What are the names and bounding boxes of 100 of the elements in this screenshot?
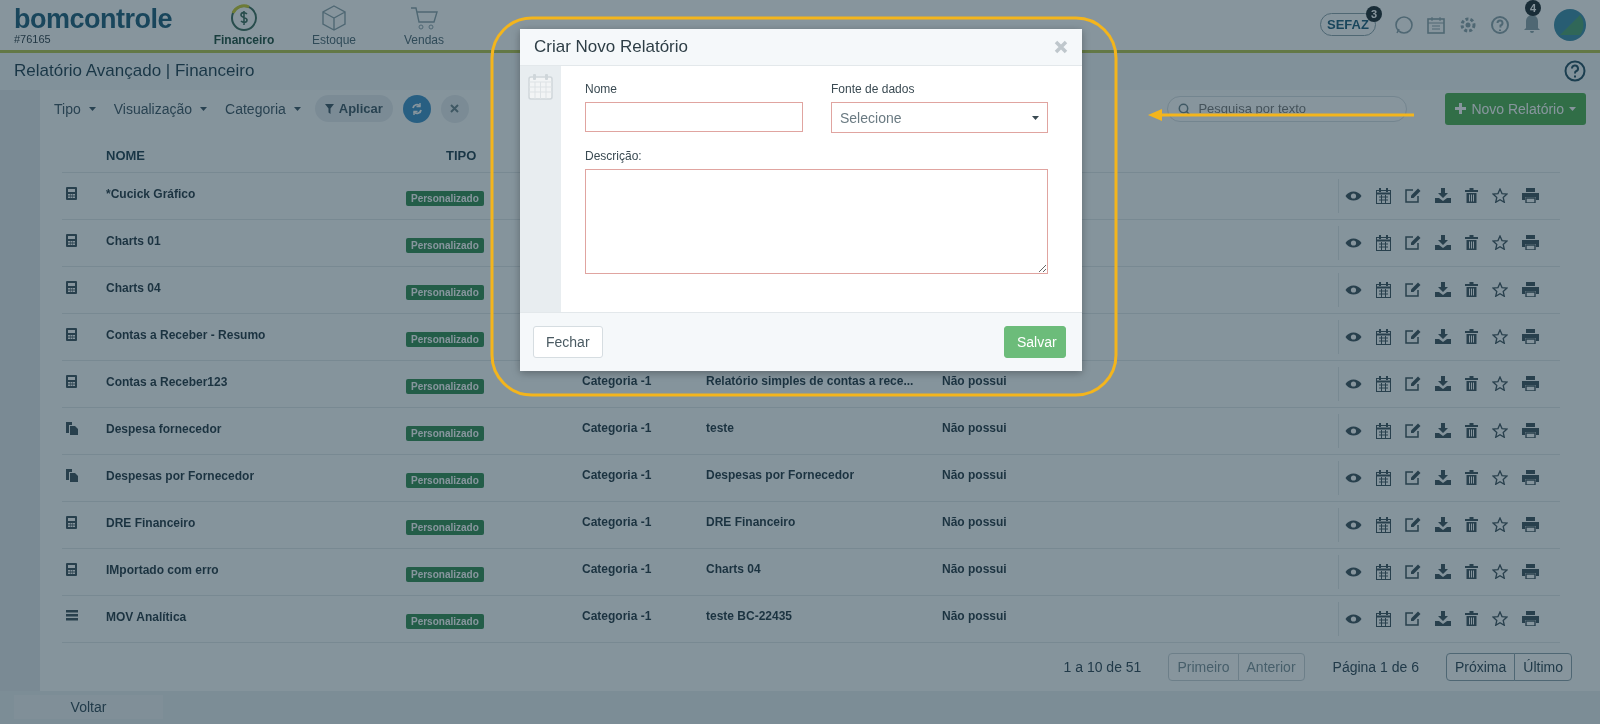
help-icon[interactable] xyxy=(1490,14,1510,35)
delete-icon[interactable] xyxy=(1465,517,1478,533)
edit-icon[interactable] xyxy=(1405,235,1421,251)
delete-icon[interactable] xyxy=(1465,376,1478,392)
nav-item[interactable]: Vendas xyxy=(394,2,454,47)
nav-item[interactable]: Financeiro xyxy=(214,2,274,47)
print-icon[interactable] xyxy=(1522,470,1539,486)
edit-icon[interactable] xyxy=(1405,517,1421,533)
calendar-icon[interactable] xyxy=(1376,563,1391,580)
calendar-icon[interactable] xyxy=(1376,328,1391,345)
star-icon[interactable] xyxy=(1492,564,1508,580)
help-icon[interactable] xyxy=(1564,60,1586,83)
edit-icon[interactable] xyxy=(1405,470,1421,486)
avatar[interactable] xyxy=(1554,8,1586,41)
download-icon[interactable] xyxy=(1435,470,1451,486)
view-icon[interactable] xyxy=(1345,518,1362,531)
print-icon[interactable] xyxy=(1522,282,1539,298)
calendar-icon[interactable] xyxy=(1376,422,1391,439)
delete-icon[interactable] xyxy=(1465,611,1478,627)
print-icon[interactable] xyxy=(1522,423,1539,439)
delete-icon[interactable] xyxy=(1465,470,1478,486)
view-icon[interactable] xyxy=(1345,283,1362,296)
download-icon[interactable] xyxy=(1435,564,1451,580)
star-icon[interactable] xyxy=(1492,282,1508,298)
print-icon[interactable] xyxy=(1522,188,1539,204)
download-icon[interactable] xyxy=(1435,517,1451,533)
print-icon[interactable] xyxy=(1522,564,1539,580)
filter-dropdown[interactable]: Visualização xyxy=(109,100,212,117)
filter-dropdown[interactable]: Tipo xyxy=(50,100,100,117)
view-icon[interactable] xyxy=(1345,189,1362,202)
download-icon[interactable] xyxy=(1435,376,1451,392)
report-name[interactable]: Contas a Receber - Resumo xyxy=(106,313,406,360)
edit-icon[interactable] xyxy=(1405,329,1421,345)
download-icon[interactable] xyxy=(1435,188,1451,204)
edit-icon[interactable] xyxy=(1405,376,1421,392)
calendar-icon[interactable] xyxy=(1376,516,1391,533)
star-icon[interactable] xyxy=(1492,517,1508,533)
view-icon[interactable] xyxy=(1345,424,1362,437)
star-icon[interactable] xyxy=(1492,235,1508,251)
report-name[interactable]: *Cucick Gráfico xyxy=(106,172,406,219)
report-name[interactable]: Charts 01 xyxy=(106,219,406,266)
close-button[interactable]: Fechar xyxy=(533,326,603,358)
delete-icon[interactable] xyxy=(1465,423,1478,439)
download-icon[interactable] xyxy=(1435,282,1451,298)
description-textarea[interactable] xyxy=(585,169,1048,274)
print-icon[interactable] xyxy=(1522,329,1539,345)
report-name[interactable]: Despesa fornecedor xyxy=(106,407,406,454)
report-name[interactable]: Contas a Receber123 xyxy=(106,360,406,407)
clear-button[interactable] xyxy=(440,94,469,123)
chat-icon[interactable] xyxy=(1394,14,1414,35)
apply-button[interactable]: Aplicar xyxy=(314,95,393,123)
delete-icon[interactable] xyxy=(1465,282,1478,298)
name-input[interactable] xyxy=(585,102,803,132)
download-icon[interactable] xyxy=(1435,235,1451,251)
edit-icon[interactable] xyxy=(1405,282,1421,298)
star-icon[interactable] xyxy=(1492,611,1508,627)
print-icon[interactable] xyxy=(1522,517,1539,533)
download-icon[interactable] xyxy=(1435,611,1451,627)
download-icon[interactable] xyxy=(1435,423,1451,439)
calendar-icon[interactable] xyxy=(1376,281,1391,298)
view-icon[interactable] xyxy=(1345,565,1362,578)
star-icon[interactable] xyxy=(1492,470,1508,486)
pagination-button[interactable]: Próxima xyxy=(1445,652,1516,681)
download-icon[interactable] xyxy=(1435,329,1451,345)
report-name[interactable]: MOV Analítica xyxy=(106,595,406,642)
calendar-icon[interactable] xyxy=(1376,187,1391,204)
print-icon[interactable] xyxy=(1522,235,1539,251)
edit-icon[interactable] xyxy=(1405,188,1421,204)
print-icon[interactable] xyxy=(1522,376,1539,392)
report-name[interactable]: Charts 04 xyxy=(106,266,406,313)
delete-icon[interactable] xyxy=(1465,188,1478,204)
refresh-button[interactable] xyxy=(402,94,431,123)
view-icon[interactable] xyxy=(1345,236,1362,249)
calendar-icon[interactable] xyxy=(1376,234,1391,251)
calendar-icon[interactable] xyxy=(1376,375,1391,392)
edit-icon[interactable] xyxy=(1405,611,1421,627)
star-icon[interactable] xyxy=(1492,329,1508,345)
nav-item[interactable]: Estoque xyxy=(304,2,364,47)
report-name[interactable]: IMportado com erro xyxy=(106,548,406,595)
back-button[interactable]: Voltar xyxy=(14,695,163,720)
new-report-button[interactable]: Novo Relatório xyxy=(1445,92,1586,125)
view-icon[interactable] xyxy=(1345,330,1362,343)
delete-icon[interactable] xyxy=(1465,235,1478,251)
data-source-select[interactable]: Selecione xyxy=(831,102,1048,133)
edit-icon[interactable] xyxy=(1405,423,1421,439)
view-icon[interactable] xyxy=(1345,377,1362,390)
view-icon[interactable] xyxy=(1345,612,1362,625)
filter-dropdown[interactable]: Categoria xyxy=(221,100,305,117)
calendar-icon[interactable] xyxy=(1376,610,1391,627)
report-name[interactable]: DRE Financeiro xyxy=(106,501,406,548)
report-name[interactable]: Despesas por Fornecedor xyxy=(106,454,406,501)
delete-icon[interactable] xyxy=(1465,564,1478,580)
star-icon[interactable] xyxy=(1492,423,1508,439)
calendar-icon[interactable] xyxy=(1376,469,1391,486)
star-icon[interactable] xyxy=(1492,376,1508,392)
delete-icon[interactable] xyxy=(1465,329,1478,345)
pagination-button[interactable]: Último xyxy=(1514,652,1572,681)
view-icon[interactable] xyxy=(1345,471,1362,484)
star-icon[interactable] xyxy=(1492,188,1508,204)
print-icon[interactable] xyxy=(1522,611,1539,627)
